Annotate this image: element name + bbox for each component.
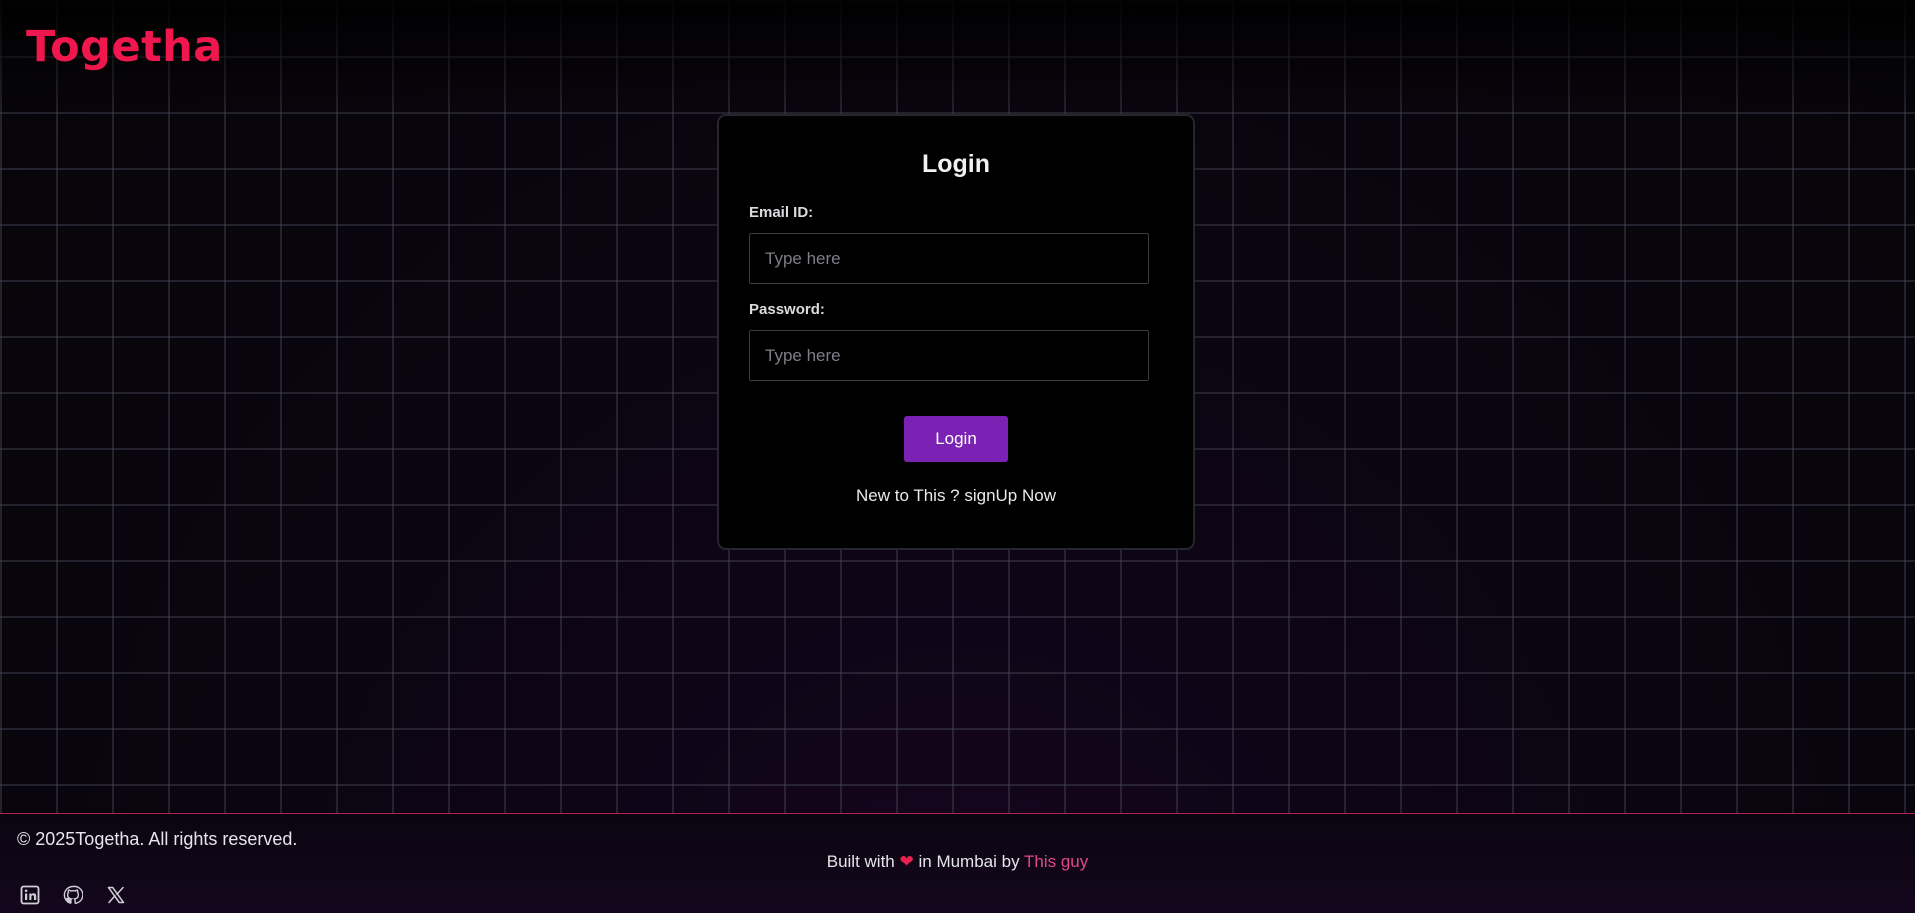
x-icon[interactable] [103,882,129,908]
login-title: Login [921,150,991,178]
linkedin-icon[interactable] [17,882,43,908]
github-icon[interactable] [60,882,86,908]
email-field[interactable] [749,233,1149,284]
social-links [17,882,129,908]
page-root: Togetha Login Email ID: Password: Login … [0,0,1915,913]
built-with-line: Built with ❤ in Mumbai by This guy [0,852,1915,872]
password-label: Password: [749,301,825,318]
built-with-middle: in Mumbai by [918,852,1020,871]
app-logo[interactable]: Togetha [26,22,223,72]
email-label: Email ID: [749,204,814,221]
signup-prompt: New to This ? signUp Now [749,486,1147,506]
footer: © 2025Togetha. All rights reserved. Buil… [0,813,1915,913]
signup-link[interactable]: New to This ? signUp Now [856,486,1056,505]
login-button[interactable]: Login [904,416,1008,462]
copyright-text: © 2025Togetha. All rights reserved. [17,829,298,849]
heart-icon: ❤ [899,852,914,871]
password-field[interactable] [749,330,1149,381]
author-link[interactable]: This guy [1024,852,1088,871]
login-button-row: Login [749,416,1147,462]
login-card: Login Email ID: Password: Login New to T… [717,114,1195,550]
built-with-prefix: Built with [826,852,895,871]
